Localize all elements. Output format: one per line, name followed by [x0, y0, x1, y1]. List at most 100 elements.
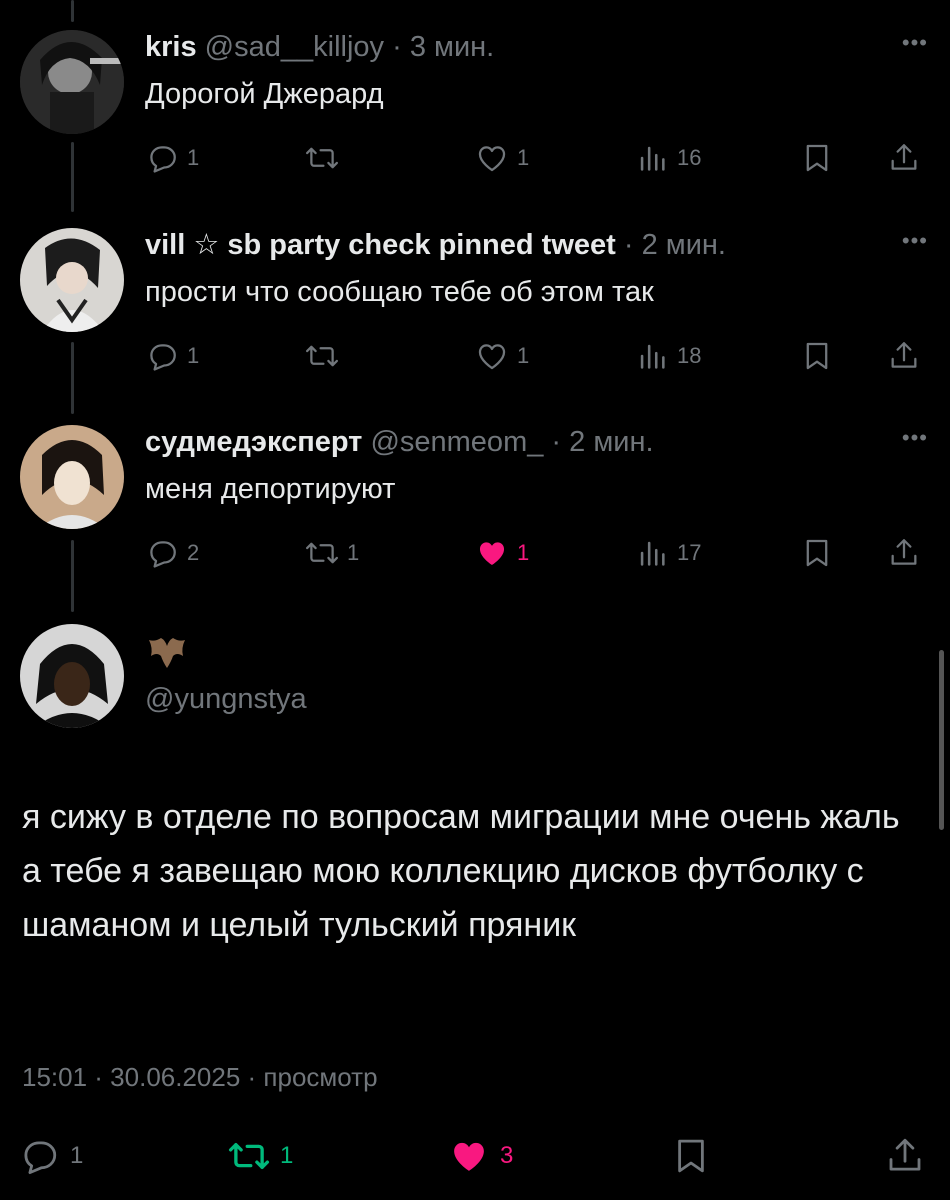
like-count: 1	[517, 145, 530, 170]
share-icon	[889, 1138, 921, 1171]
reply-count: 2	[187, 540, 200, 565]
view-count: 18	[677, 343, 702, 368]
separator: ·	[623, 229, 634, 261]
bookmark-button[interactable]	[800, 336, 842, 376]
bookmark-icon	[806, 342, 828, 370]
like-button[interactable]: 1	[475, 533, 529, 573]
separator: ·	[392, 31, 402, 63]
share-button[interactable]	[884, 1132, 936, 1180]
like-button[interactable]: 1	[475, 138, 529, 178]
display-name[interactable]: vill ☆ sb party check pinned tweet	[145, 229, 616, 261]
retweet-icon	[305, 147, 339, 169]
action-bar: 2 1 1 17	[145, 533, 930, 573]
user-handle[interactable]: @senmeom_	[370, 426, 543, 458]
reply-button[interactable]: 1	[145, 336, 199, 376]
more-options-icon[interactable]: •••	[902, 425, 928, 451]
share-button[interactable]	[887, 138, 929, 178]
retweet-icon	[305, 542, 339, 564]
display-name[interactable]: судмедэксперт	[145, 426, 362, 458]
retweet-button[interactable]	[305, 138, 347, 178]
views-button[interactable]: 18	[635, 336, 701, 376]
action-bar: 1 1 16	[145, 138, 930, 178]
reply-tweet[interactable]: kris @sad__killjoy · 3 мин. ••• Дорогой …	[0, 30, 950, 200]
main-action-bar: 1 1 3	[18, 1132, 933, 1180]
user-handle[interactable]: @sad__killjoy	[205, 31, 384, 63]
reply-icon	[150, 541, 176, 568]
avatar-image	[20, 425, 124, 529]
avatar[interactable]	[20, 624, 124, 728]
heart-filled-icon	[454, 1142, 484, 1171]
views-button[interactable]: 16	[635, 138, 701, 178]
reply-tweet[interactable]: vill ☆ sb party check pinned tweet · 2 м…	[0, 228, 950, 398]
bookmark-icon	[678, 1139, 704, 1173]
tweet-header: судмедэксперт @senmeom_ · 2 мин.	[145, 425, 654, 459]
retweet-button[interactable]: 1	[228, 1132, 293, 1180]
bookmark-button[interactable]	[670, 1132, 722, 1180]
display-name[interactable]: kris	[145, 31, 197, 63]
views-button[interactable]: 17	[635, 533, 701, 573]
reply-tweet[interactable]: судмедэксперт @senmeom_ · 2 мин. ••• мен…	[0, 425, 950, 595]
view-count: 16	[677, 145, 702, 170]
tweet-meta[interactable]: 15:01 · 30.06.2025 · просмотр	[22, 1062, 378, 1093]
avatar-image	[20, 228, 124, 332]
timestamp[interactable]: 2 мин.	[642, 229, 726, 261]
bookmark-button[interactable]	[800, 138, 842, 178]
reply-button[interactable]: 2	[145, 533, 199, 573]
like-count: 1	[517, 343, 530, 368]
avatar[interactable]	[20, 30, 124, 134]
like-button[interactable]: 3	[448, 1132, 513, 1180]
like-button[interactable]: 1	[475, 336, 529, 376]
bat-icon	[145, 630, 189, 674]
tweet-text: Дорогой Джерард	[145, 78, 384, 110]
reply-button[interactable]: 1	[18, 1132, 83, 1180]
share-button[interactable]	[887, 533, 929, 573]
tweet-text: прости что сообщаю тебе об этом так	[145, 276, 654, 308]
share-icon	[891, 144, 917, 170]
view-count: 17	[677, 540, 702, 565]
user-handle[interactable]: @yungnstya	[145, 683, 307, 716]
heart-filled-icon	[479, 542, 505, 566]
reply-icon	[24, 1141, 57, 1175]
like-count: 3	[500, 1142, 514, 1169]
reply-count: 1	[70, 1142, 84, 1169]
heart-icon	[478, 146, 506, 172]
retweet-count: 1	[347, 540, 360, 565]
avatar[interactable]	[20, 425, 124, 529]
separator: ·	[551, 426, 562, 458]
reply-count: 1	[187, 145, 200, 170]
analytics-icon	[640, 344, 665, 369]
share-button[interactable]	[887, 336, 929, 376]
bookmark-icon	[806, 144, 828, 172]
avatar[interactable]	[20, 228, 124, 332]
retweet-icon	[305, 345, 339, 367]
more-options-icon[interactable]: •••	[902, 228, 928, 254]
share-icon	[891, 342, 917, 368]
tweet-text: я сижу в отделе по вопросам миграции мне…	[22, 798, 900, 944]
retweet-button[interactable]: 1	[305, 533, 359, 573]
timestamp[interactable]: 2 мин.	[569, 426, 653, 458]
reply-count: 1	[187, 343, 200, 368]
retweet-count: 1	[280, 1142, 294, 1169]
retweet-icon	[228, 1142, 270, 1170]
tweet-header: kris @sad__killjoy · 3 мин.	[145, 30, 494, 64]
tweet-text: меня депортируют	[145, 473, 396, 505]
analytics-icon	[640, 541, 665, 566]
reply-icon	[150, 344, 176, 371]
share-icon	[891, 539, 917, 565]
avatar-image	[20, 624, 124, 728]
more-options-icon[interactable]: •••	[902, 30, 928, 56]
scrollbar[interactable]	[939, 650, 944, 830]
tweet-header: vill ☆ sb party check pinned tweet · 2 м…	[145, 228, 726, 262]
bookmark-icon	[806, 539, 828, 567]
action-bar: 1 1 18	[145, 336, 930, 376]
reply-icon	[150, 146, 176, 173]
bookmark-button[interactable]	[800, 533, 842, 573]
reply-button[interactable]: 1	[145, 138, 199, 178]
thread-line	[71, 0, 74, 22]
retweet-button[interactable]	[305, 336, 347, 376]
heart-icon	[478, 344, 506, 370]
avatar-image	[20, 30, 124, 134]
like-count: 1	[517, 540, 530, 565]
analytics-icon	[640, 146, 665, 171]
timestamp[interactable]: 3 мин.	[410, 31, 494, 63]
